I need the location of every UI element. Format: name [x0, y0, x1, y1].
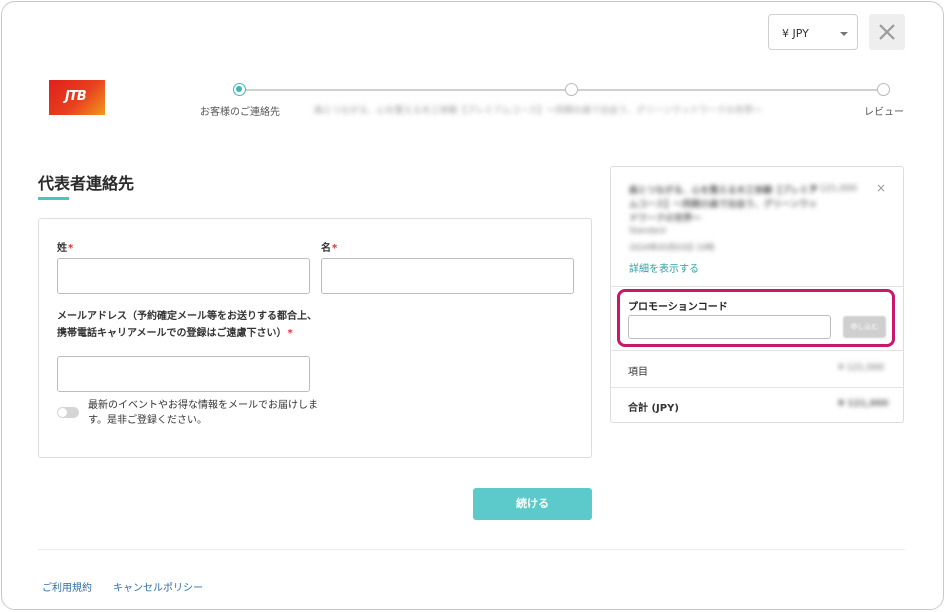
first-name-label: 名*	[321, 243, 338, 254]
step-dot-contact	[233, 83, 246, 96]
items-value: ¥ 121,000	[838, 363, 884, 373]
first-name-input[interactable]	[321, 258, 574, 294]
promo-code-label: プロモーションコード	[628, 302, 728, 313]
promo-code-input[interactable]	[628, 315, 831, 339]
step-connector	[246, 89, 566, 91]
product-date: 2024年05月03日 10時	[629, 243, 715, 252]
email-input[interactable]	[57, 356, 310, 392]
last-name-input[interactable]	[57, 258, 310, 294]
title-underline	[38, 197, 69, 200]
step-label-contact: お客様のご連絡先	[200, 107, 280, 118]
show-details-link[interactable]: 詳細を表示する	[629, 260, 699, 275]
last-name-label: 姓*	[57, 243, 74, 254]
summary-divider	[610, 350, 904, 351]
total-value: ¥ 121,000	[838, 399, 889, 409]
product-title: 森とつながる、心を整える木工体験【プレミアムコース】〜同期の森で出会う、グリーン…	[629, 186, 818, 224]
items-label: 項目	[628, 367, 648, 378]
summary-divider	[610, 286, 904, 287]
step-label-review: レビュー	[864, 107, 904, 118]
page-title: 代表者連絡先	[38, 174, 135, 193]
step-label-product: 森とつながる、心を整える木工体験【プレミアムコース】〜同期の森で出会う、グリーン…	[314, 106, 762, 116]
step-dot-product	[565, 83, 578, 96]
total-label: 合計 (JPY)	[628, 403, 679, 414]
terms-link[interactable]: ご利用規約	[42, 579, 92, 594]
product-price: ¥ 121,000	[811, 184, 857, 194]
remove-item-icon[interactable]: ×	[876, 181, 886, 195]
close-button[interactable]	[869, 14, 905, 50]
jtb-logo: JTB	[49, 80, 105, 115]
booking-window: ¥ JPY JTB お客様のご連絡先 森とつながる、心を整える木工体験【プレミア…	[1, 1, 944, 610]
newsletter-toggle[interactable]	[57, 407, 79, 418]
cancel-policy-link[interactable]: キャンセルポリシー	[113, 579, 203, 594]
close-icon	[879, 24, 895, 40]
email-label: メールアドレス（予約確定メール等をお送りする都合上、携帯電話キャリアメールでの登…	[57, 311, 317, 339]
footer-divider	[38, 549, 905, 550]
currency-select[interactable]: ¥ JPY	[768, 14, 858, 50]
summary-divider	[610, 387, 904, 388]
chevron-down-icon	[840, 32, 848, 36]
step-connector	[578, 89, 878, 91]
promo-apply-button[interactable]: 申し込む	[843, 316, 886, 338]
newsletter-text: 最新のイベントやお得な情報をメールでお届けします。是非ご登録ください。	[88, 400, 318, 426]
contact-form-card: 姓* 名* メールアドレス（予約確定メール等をお送りする都合上、携帯電話キャリア…	[38, 218, 592, 458]
currency-value: ¥ JPY	[782, 27, 809, 40]
continue-button[interactable]: 続ける	[473, 488, 592, 520]
product-plan: Standard	[629, 226, 666, 235]
step-dot-review	[877, 83, 890, 96]
